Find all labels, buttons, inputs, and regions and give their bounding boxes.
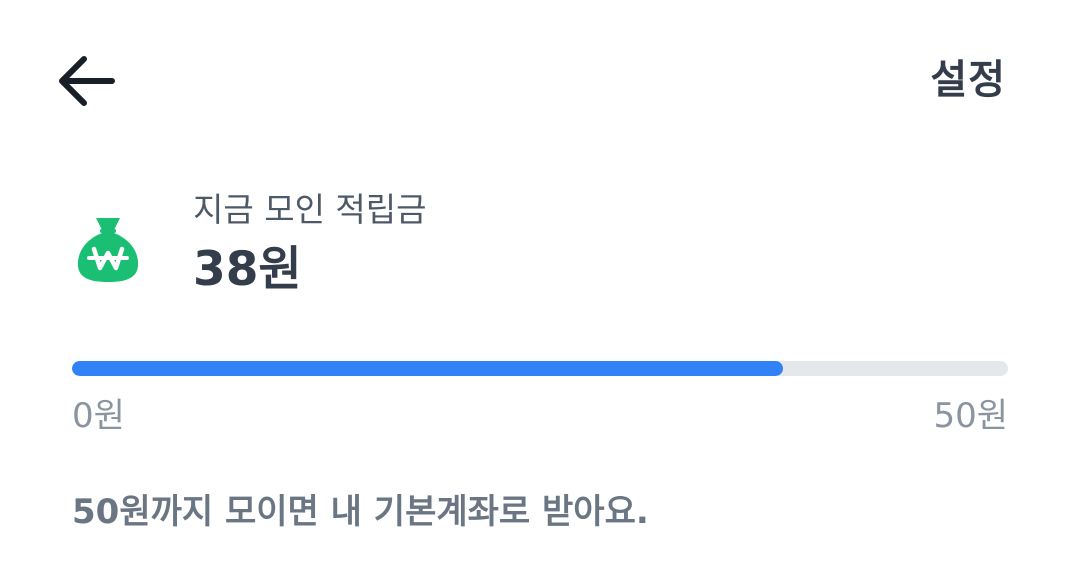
balance-amount: 38원	[193, 242, 302, 297]
progress-fill	[72, 361, 784, 376]
payout-info-text: 50원까지 모이면 내 기본계좌로 받아요.	[72, 492, 649, 532]
back-button[interactable]	[52, 50, 118, 112]
arrow-left-icon	[59, 56, 115, 106]
settings-button[interactable]: 설정	[930, 52, 1006, 108]
range-max-label: 50원	[933, 396, 1008, 436]
balance-label: 지금 모인 적립금	[193, 190, 427, 229]
money-bag-won-icon	[76, 216, 140, 284]
range-min-label: 0원	[72, 396, 125, 436]
progress-bar	[72, 361, 1008, 376]
